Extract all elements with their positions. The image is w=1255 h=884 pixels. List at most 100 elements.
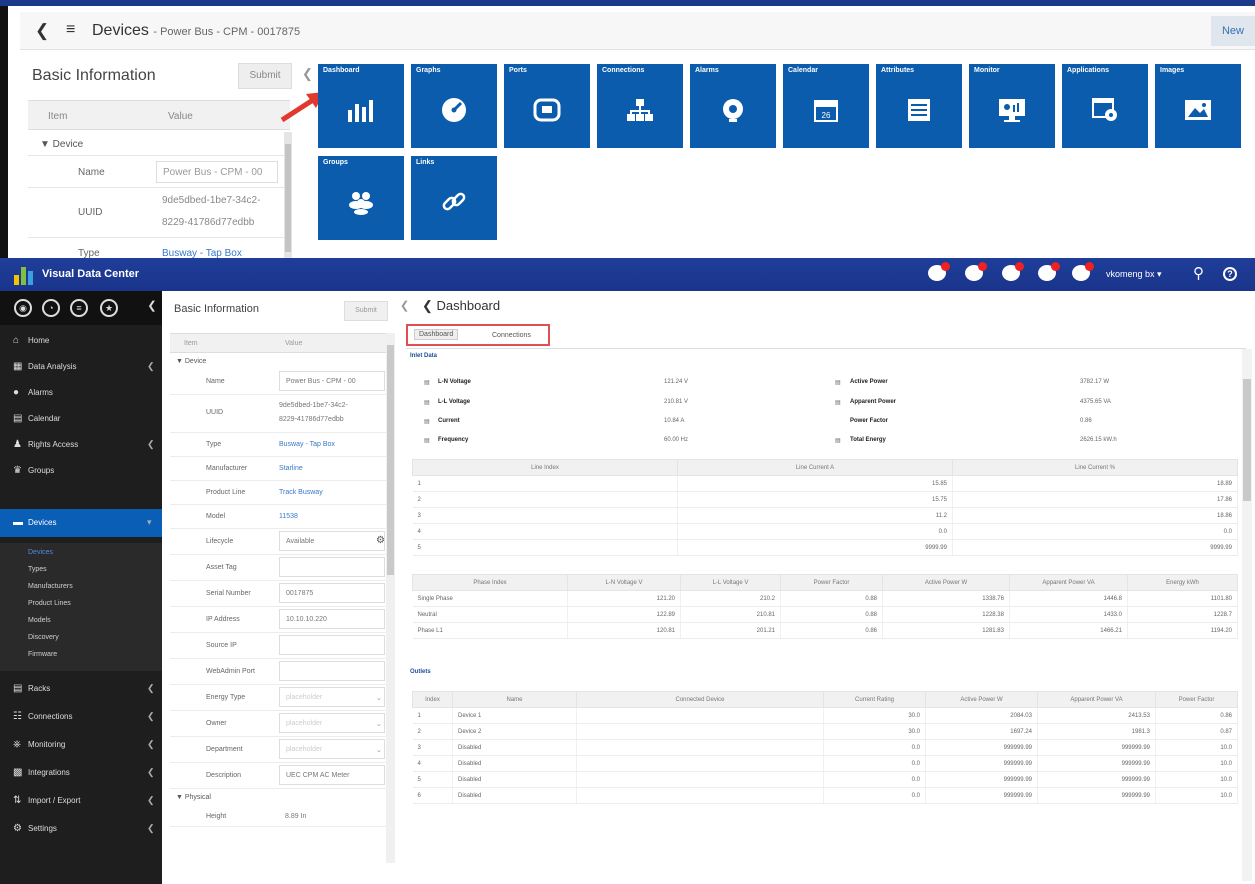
sidebar-item-integrations[interactable]: ▩ Integrations ❮ (0, 761, 162, 785)
tile-connections[interactable]: Connections (597, 64, 683, 148)
description-field[interactable]: UEC CPM AC Meter (279, 765, 385, 785)
name-row: Name Power Bus - CPM - 00 (28, 156, 290, 188)
owner-select[interactable]: placeholder (279, 713, 385, 733)
sidebar-item-rights-access[interactable]: ♟ Rights Access ❮ (0, 433, 162, 457)
department-select[interactable]: placeholder (279, 739, 385, 759)
tile-groups[interactable]: Groups (318, 156, 404, 240)
table-cell: 3 (412, 507, 678, 524)
tab-dashboard[interactable]: Dashboard (414, 329, 459, 340)
back-arrow-icon[interactable]: ❮ (35, 21, 49, 41)
notification-alarm-icon[interactable] (928, 262, 950, 281)
lifecycle-field[interactable]: Available (279, 531, 385, 551)
submenu-models[interactable]: Models (28, 617, 51, 624)
web-admin-field[interactable] (279, 661, 385, 681)
gauge-circle-icon[interactable]: ◔ (42, 299, 60, 317)
search-icon[interactable]: ⚲ (1193, 264, 1204, 282)
sidebar-item-monitoring[interactable]: ⎈ Monitoring ❮ (0, 733, 162, 757)
tile-dashboard[interactable]: Dashboard (318, 64, 404, 148)
name-field[interactable]: Power Bus - CPM - 00 (279, 371, 385, 391)
user-menu[interactable]: vkomeng bx ▾ (1106, 269, 1162, 280)
tile-calendar[interactable]: Calendar 26 (783, 64, 869, 148)
tile-ports[interactable]: Ports (504, 64, 590, 148)
sidebar-item-racks[interactable]: ▤ Racks ❮ (0, 677, 162, 701)
sidebar-item-import-export[interactable]: ⇅ Import / Export ❮ (0, 789, 162, 813)
tile-monitor[interactable]: Monitor (969, 64, 1055, 148)
dashboard-circle-icon[interactable]: ◉ (14, 299, 32, 317)
ip-label: IP Address (206, 616, 240, 623)
submenu-devices[interactable]: Devices (28, 549, 53, 556)
table-cell: 15.85 (677, 475, 953, 492)
sidebar-item-data-analysis[interactable]: ▦ Data Analysis ❮ (0, 355, 162, 379)
star-circle-icon[interactable]: ★ (100, 299, 118, 317)
scrollbar-thumb[interactable] (285, 144, 291, 252)
submenu-types[interactable]: Types (28, 566, 47, 573)
tile-images[interactable]: Images (1155, 64, 1241, 148)
table-cell: Disabled (452, 755, 577, 772)
hamburger-menu-icon[interactable]: ≡ (66, 21, 75, 39)
tile-graphs[interactable]: Graphs (411, 64, 497, 148)
type-link[interactable]: Busway - Tap Box (279, 439, 385, 451)
sidebar-item-connections[interactable]: ☷ Connections ❮ (0, 705, 162, 729)
energy-type-select[interactable]: placeholder (279, 687, 385, 707)
tile-links[interactable]: Links (411, 156, 497, 240)
groups-icon (318, 184, 404, 220)
table-row: 4 0.0 0.0 (412, 523, 1238, 540)
gear-icon[interactable]: ⚙ (376, 535, 385, 546)
sidebar-icon-bar: ◉ ◔ ≡ ★ ❮ (0, 291, 162, 325)
submenu-firmware[interactable]: Firmware (28, 651, 57, 658)
sidebar-collapse-icon[interactable]: ❮ (143, 299, 161, 317)
name-field[interactable]: Power Bus - CPM - 00 (156, 161, 278, 183)
main-scrollbar[interactable] (1242, 349, 1252, 881)
list-circle-icon[interactable]: ≡ (70, 299, 88, 317)
notification-task-icon[interactable] (1002, 262, 1024, 281)
uuid-value-1: 9de5dbed-1be7-34c2- (279, 402, 348, 409)
tile-applications[interactable]: Applications (1062, 64, 1148, 148)
sidebar-item-home[interactable]: ⌂ Home (0, 329, 162, 353)
user-name: vkomeng bx (1106, 269, 1155, 279)
submenu-discovery[interactable]: Discovery (28, 634, 59, 641)
help-icon[interactable]: ? (1223, 267, 1237, 281)
sidebar-item-groups[interactable]: ♛ Groups (0, 459, 162, 483)
scrollbar-thumb[interactable] (1243, 379, 1251, 501)
table-cell: 17.86 (952, 491, 1238, 508)
asset-tag-field[interactable] (279, 557, 385, 577)
new-button[interactable]: New (1211, 16, 1255, 46)
product-line-link[interactable]: Track Busway (279, 487, 385, 499)
serial-field[interactable]: 0017875 (279, 583, 385, 603)
manufacturer-link[interactable]: Starline (279, 463, 385, 475)
source-ip-label: Source IP (206, 642, 237, 649)
link-icon (411, 184, 497, 220)
group-physical[interactable]: ▼ Physical (176, 794, 211, 801)
tile-label: Links (416, 159, 435, 166)
sidebar-item-calendar[interactable]: ▤ Calendar (0, 407, 162, 431)
table-cell: 999999.99 (1037, 787, 1156, 804)
scrollbar-thumb[interactable] (387, 345, 394, 575)
tile-alarms[interactable]: Alarms (690, 64, 776, 148)
ip-field[interactable]: 10.10.10.220 (279, 609, 385, 629)
tile-label: Graphs (416, 67, 441, 74)
tab-connections[interactable]: Connections (488, 331, 535, 340)
source-ip-field[interactable] (279, 635, 385, 655)
phase-table: Phase Index L-N Voltage V L-L Voltage V … (412, 574, 1238, 639)
collapse-panel-icon[interactable]: ❮ (302, 66, 313, 82)
submit-button[interactable]: Submit (344, 301, 388, 321)
group-device-row[interactable]: ▼ Device (28, 132, 290, 156)
sidebar-item-devices[interactable]: ▬ Devices ▾ (0, 509, 162, 537)
scrollbar[interactable] (386, 333, 395, 863)
group-device[interactable]: ▼ Device (176, 358, 206, 365)
notification-chat-icon[interactable] (1072, 262, 1094, 281)
table-cell: 0.87 (1155, 723, 1238, 740)
scrollbar[interactable] (284, 132, 292, 258)
sidebar-item-alarms[interactable]: ● Alarms (0, 381, 162, 405)
model-link[interactable]: 11538 (279, 511, 385, 523)
table-row: Phase L1 120.81 201.21 0.86 1281.83 1466.21 11… (412, 622, 1238, 639)
notification-message-icon[interactable] (965, 262, 987, 281)
table-cell: Device 1 (452, 707, 577, 724)
uuid-label: UUID (78, 207, 103, 218)
submenu-manufacturers[interactable]: Manufacturers (28, 583, 73, 590)
tile-attributes[interactable]: Attributes (876, 64, 962, 148)
notification-event-icon[interactable] (1038, 262, 1060, 281)
collapse-panel-icon[interactable]: ❮ (400, 299, 409, 312)
submenu-product-lines[interactable]: Product Lines (28, 600, 71, 607)
sidebar-item-settings[interactable]: ⚙ Settings ❮ (0, 817, 162, 841)
